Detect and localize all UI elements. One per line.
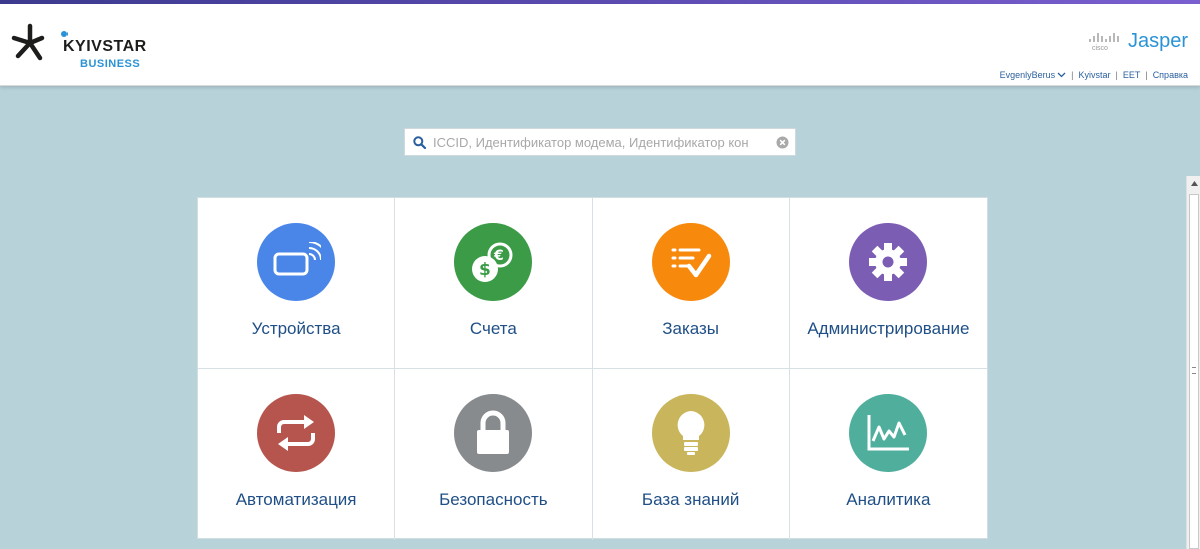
tile-label: База знаний: [641, 490, 740, 509]
cisco-wordmark: cisco: [1092, 45, 1108, 52]
search-icon[interactable]: [405, 129, 433, 155]
sim-wireless-icon: [257, 223, 336, 301]
tile-orders[interactable]: Заказы: [592, 198, 790, 369]
kyivstar-star-icon: [11, 23, 73, 61]
kyivstar-logo[interactable]: KYIVSTAR BUSINESS: [8, 20, 178, 74]
nav-separator: |: [1071, 70, 1074, 80]
lightbulb-icon: [651, 394, 730, 472]
nav-separator: |: [1115, 70, 1118, 80]
tile-label: Аналитика: [846, 490, 931, 509]
nav-link-kyivstar[interactable]: Kyivstar: [1078, 70, 1110, 80]
user-nav: EvgenlyBerus | Kyivstar | EET | Справка: [1000, 70, 1188, 80]
tile-label: Заказы: [662, 319, 720, 338]
tile-devices[interactable]: Устройства: [198, 198, 396, 369]
header: KYIVSTAR BUSINESS cisco Jasper EvgenlyBe…: [0, 4, 1200, 86]
cisco-jasper-brand: cisco Jasper: [1088, 28, 1188, 54]
tile-label: Автоматизация: [235, 490, 357, 509]
search-bar: [404, 128, 796, 156]
nav-separator: |: [1145, 70, 1148, 80]
clear-search-icon[interactable]: [769, 129, 795, 155]
tile-automation[interactable]: Автоматизация: [198, 369, 396, 540]
tile-label: Безопасность: [439, 490, 548, 509]
nav-link-timezone[interactable]: EET: [1123, 70, 1141, 80]
tile-security[interactable]: Безопасность: [395, 369, 593, 540]
user-menu[interactable]: EvgenlyBerus: [1000, 70, 1067, 80]
logo-wordmark: KYIVSTAR: [63, 38, 147, 55]
line-chart-icon: [849, 394, 928, 472]
nav-link-help[interactable]: Справка: [1153, 70, 1188, 80]
repeat-arrows-icon: [257, 394, 336, 472]
app-tiles-grid: Устройства € $ Счета Заказы Администриро…: [197, 197, 988, 540]
tile-administration[interactable]: Администрирование: [789, 198, 987, 369]
scrollbar-thumb[interactable]: [1189, 194, 1199, 549]
scroll-up-arrow-icon[interactable]: [1187, 176, 1200, 190]
svg-text:$: $: [479, 260, 491, 280]
tile-label: Устройства: [251, 319, 341, 338]
scrollbar-grip-icon: [1192, 367, 1196, 374]
jasper-wordmark: Jasper: [1127, 29, 1188, 52]
vertical-scrollbar[interactable]: [1186, 176, 1200, 549]
logo-subtitle: BUSINESS: [80, 58, 141, 70]
tile-label: Администрирование: [807, 319, 970, 338]
cisco-logo-icon: cisco: [1089, 33, 1119, 52]
tile-label: Счета: [469, 319, 517, 338]
lock-icon: [454, 394, 533, 472]
tile-analytics[interactable]: Аналитика: [790, 369, 987, 540]
coins-icon: € $: [454, 223, 533, 301]
tile-knowledge-base[interactable]: База знаний: [593, 369, 790, 540]
user-name: EvgenlyBerus: [999, 70, 1056, 80]
chevron-down-icon: [1057, 72, 1066, 78]
gear-icon: [849, 223, 928, 301]
checklist-icon: [651, 223, 730, 301]
tile-invoices[interactable]: € $ Счета: [395, 198, 593, 369]
search-input[interactable]: [433, 134, 769, 150]
